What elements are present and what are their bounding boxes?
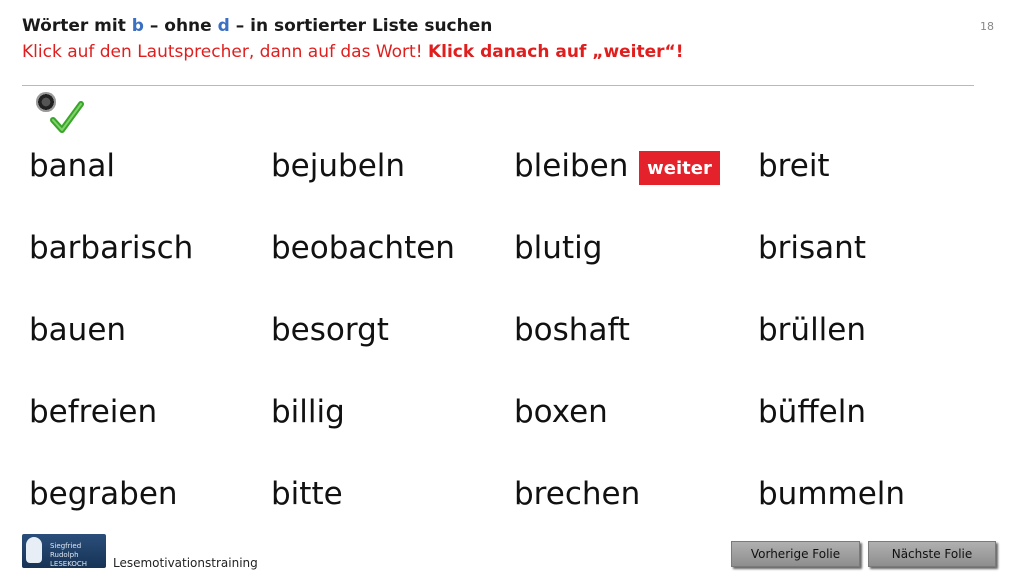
word-item[interactable]: bleiben	[514, 148, 628, 184]
word-item[interactable]: bejubeln	[271, 148, 405, 184]
word-item[interactable]: brüllen	[758, 312, 866, 348]
word-item[interactable]: boxen	[514, 394, 608, 430]
slide-number: 18	[980, 20, 994, 33]
weiter-button[interactable]: weiter	[639, 151, 720, 185]
word-item[interactable]: boshaft	[514, 312, 630, 348]
word-item[interactable]: büffeln	[758, 394, 866, 430]
word-item[interactable]: besorgt	[271, 312, 389, 348]
next-slide-button[interactable]: Nächste Folie	[868, 541, 996, 567]
word-item[interactable]: bummeln	[758, 476, 905, 512]
word-item[interactable]: brisant	[758, 230, 866, 266]
header-divider	[22, 85, 974, 86]
letter-d: d	[217, 16, 230, 36]
word-item[interactable]: billig	[271, 394, 345, 430]
word-item[interactable]: bitte	[271, 476, 343, 512]
instruction-text: Klick auf den Lautsprecher, dann auf das…	[22, 42, 684, 62]
word-item[interactable]: blutig	[514, 230, 602, 266]
slide-title: Wörter mit b – ohne d – in sortierter Li…	[22, 16, 493, 36]
previous-slide-button[interactable]: Vorherige Folie	[731, 541, 860, 567]
word-item[interactable]: barbarisch	[29, 230, 193, 266]
letter-b: b	[131, 16, 144, 36]
word-item[interactable]: breit	[758, 148, 830, 184]
logo-text: Siegfried Rudolph LESEKOCH	[50, 542, 88, 568]
checkmark-icon	[50, 101, 84, 133]
footer-label: Lesemotivationstraining	[113, 556, 258, 570]
word-item[interactable]: bauen	[29, 312, 126, 348]
word-item[interactable]: brechen	[514, 476, 640, 512]
word-item[interactable]: befreien	[29, 394, 157, 430]
lesekoch-logo: Siegfried Rudolph LESEKOCH	[22, 534, 106, 568]
lightbulb-icon	[26, 537, 42, 563]
word-item[interactable]: banal	[29, 148, 115, 184]
word-item[interactable]: begraben	[29, 476, 178, 512]
word-item[interactable]: beobachten	[271, 230, 455, 266]
